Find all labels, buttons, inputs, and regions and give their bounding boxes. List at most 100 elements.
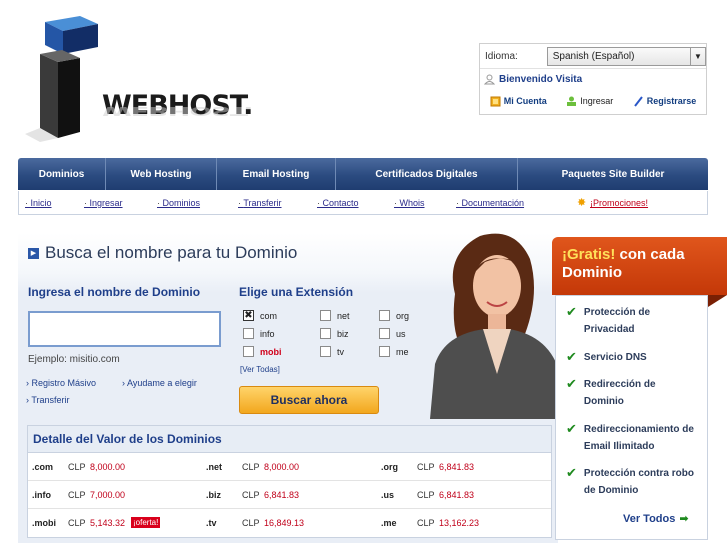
checkbox-icon[interactable] [320,328,331,339]
price-us: 6,841.83 [439,490,475,500]
subnav-transferir[interactable]: Transferir [238,198,281,208]
price-com: 8,000.00 [90,462,126,472]
price-me: 13,162.23 [439,518,480,528]
ext-mobi-label: mobi [260,346,282,357]
currency-label: CLP [68,490,86,500]
checkbox-icon[interactable] [379,328,390,339]
register-link[interactable]: Registrarse [633,95,697,107]
transfer-link[interactable]: Transferir [26,395,69,405]
see-all-extensions-link[interactable]: [Ver Todas] [240,365,280,374]
check-icon: ✔ [566,421,577,436]
ext-com[interactable]: ✖ com [243,310,277,321]
check-icon: ✔ [566,304,577,319]
arrow-right-icon: ▶ [28,247,39,259]
see-all-label: Ver Todos [623,512,676,525]
checkbox-icon[interactable] [320,346,331,357]
language-select-value: Spanish (Español) [552,50,635,62]
table-row: .mobi CLP 5,143.32 ¡oferta! .tv CLP 16,8… [28,509,551,537]
price-biz: 6,841.83 [264,490,300,500]
subnav-dominios[interactable]: Dominios [157,198,201,208]
ext-biz[interactable]: biz [320,328,349,339]
my-account-link[interactable]: Mi Cuenta [490,96,547,107]
ext-net-label: net [337,310,350,321]
help-choose-link[interactable]: Ayudame a elegir [122,378,197,388]
domain-price-table: Detalle del Valor de los Dominios .com C… [27,425,552,538]
subnav-whois[interactable]: Whois [394,198,425,208]
feature-item: ✔ Protección contra robo de Dominio [566,465,699,499]
price-org: 6,841.83 [439,462,475,472]
checkbox-icon[interactable] [379,310,390,321]
currency-label: CLP [417,490,435,500]
login-link[interactable]: Ingresar [566,96,613,107]
price-mobi: 5,143.32 [90,518,126,528]
checkbox-icon[interactable] [320,310,331,321]
tld-org: .org [381,462,398,472]
nav-site-builder[interactable]: Paquetes Site Builder [518,158,708,190]
subnav-inicio[interactable]: Inicio [25,198,52,208]
feature-label: Protección de Privacidad [583,307,651,335]
sub-nav: Inicio Ingresar Dominios Transferir Cont… [18,191,708,215]
tld-mobi: .mobi [32,518,56,528]
ext-org-label: org [396,310,410,321]
logo-reflection: WEBHOST. [102,104,253,118]
promo-head-rest: con cada [615,246,685,263]
login-user-icon [566,96,577,107]
bulk-register-link[interactable]: Registro Másivo [26,378,97,388]
checkbox-icon[interactable] [379,346,390,357]
nav-web-hosting[interactable]: Web Hosting [106,158,217,190]
feature-item: ✔ Servicio DNS [566,349,699,366]
currency-label: CLP [417,518,435,528]
ext-net[interactable]: net [320,310,350,321]
checkbox-checked-icon[interactable]: ✖ [243,310,254,321]
ext-tv[interactable]: tv [320,346,344,357]
ext-mobi[interactable]: mobi [243,346,282,357]
tld-net: .net [206,462,223,472]
ext-org[interactable]: org [379,310,409,321]
ext-me[interactable]: me [379,346,409,357]
example-text: Ejemplo: misitio.com [28,354,120,365]
checkbox-icon[interactable] [243,346,254,357]
nav-email-hosting[interactable]: Email Hosting [217,158,336,190]
ext-us[interactable]: us [379,328,406,339]
check-icon: ✔ [566,465,577,480]
ext-info[interactable]: info [243,328,275,339]
promo-star-icon: ✸ [577,197,587,209]
register-label: Registrarse [646,96,697,106]
price-tv: 16,849.13 [264,518,305,528]
feature-label: Redirección de Dominio [583,379,656,407]
price-info: 7,000.00 [90,490,126,500]
feature-item: ✔ Protección de Privacidad [566,304,699,338]
see-all-features-link[interactable]: Ver Todos ➡ [623,512,689,526]
tld-com: .com [32,462,54,472]
price-net: 8,000.00 [264,462,300,472]
subnav-promociones[interactable]: ¡Promociones! [590,198,648,208]
webhost-logo[interactable]: WEBHOST. WEBHOST. [20,14,253,144]
promo-head-line2: Dominio [562,264,622,281]
subnav-ingresar[interactable]: Ingresar [84,198,123,208]
checkbox-icon[interactable] [243,328,254,339]
currency-label: CLP [417,462,435,472]
language-label: Idioma: [485,50,518,62]
nav-certificados[interactable]: Certificados Digitales [336,158,518,190]
subnav-documentacion[interactable]: Documentación [456,198,525,208]
support-woman-image [430,233,560,419]
tld-info: .info [32,490,51,500]
free-with-domain-banner: ¡Gratis! con cada Dominio [552,237,727,295]
tld-tv: .tv [206,518,217,528]
language-select[interactable]: Spanish (Español) ▼ [546,46,706,66]
feature-label: Redireccionamiento de Email Ilimitado [583,424,694,452]
ext-tv-label: tv [337,346,345,357]
feature-item: ✔ Redireccionamiento de Email Ilimitado [566,421,709,455]
chevron-down-icon[interactable]: ▼ [690,47,705,65]
table-row: .com CLP 8,000.00 .net CLP 8,000.00 .org… [28,453,551,481]
domain-search-input[interactable] [28,311,221,347]
subnav-contacto[interactable]: Contacto [317,198,359,208]
search-now-button[interactable]: Buscar ahora [239,386,379,414]
feature-label: Servicio DNS [583,352,647,363]
feature-item: ✔ Redirección de Dominio [566,376,684,410]
logo-server-graphic [25,16,98,142]
nav-dominios[interactable]: Dominios [18,158,106,190]
user-panel: Idioma: Spanish (Español) ▼ Bienvenido V… [479,43,707,115]
login-label: Ingresar [580,96,614,106]
pen-icon [633,95,644,107]
